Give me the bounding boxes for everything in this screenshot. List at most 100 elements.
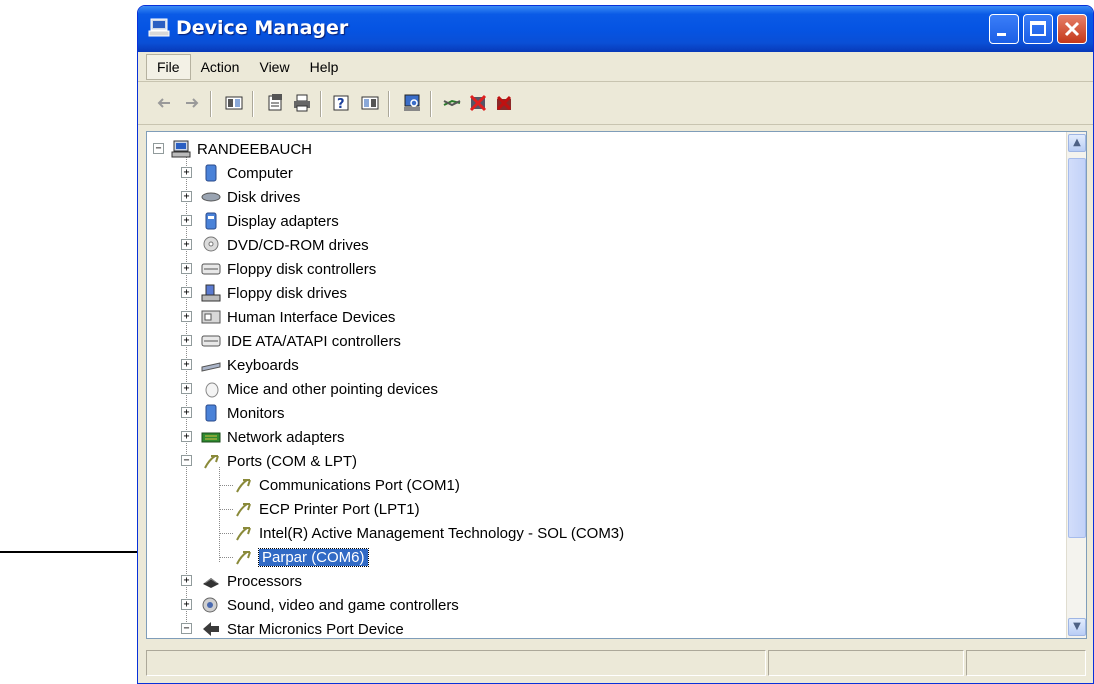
tree-item-keyboards[interactable]: Keyboards — [201, 354, 299, 376]
print-icon[interactable] — [292, 93, 312, 113]
tree-item-com3[interactable]: Intel(R) Active Management Technology - … — [233, 522, 624, 544]
maximize-button[interactable] — [1023, 14, 1053, 44]
expand-button[interactable]: + — [181, 263, 192, 274]
hid-icon — [201, 310, 221, 324]
properties-icon[interactable] — [266, 93, 286, 113]
expand-button[interactable]: + — [181, 599, 192, 610]
tree-item-com1[interactable]: Communications Port (COM1) — [233, 474, 460, 496]
tree-item-com6-selected[interactable]: Parpar (COM6) — [233, 546, 369, 568]
port-icon — [236, 479, 251, 493]
menu-action[interactable]: Action — [191, 55, 250, 79]
action-pane-icon[interactable] — [360, 93, 380, 113]
minimize-icon — [997, 33, 1006, 36]
tree-item-network-adapters[interactable]: Network adapters — [201, 426, 345, 448]
close-button[interactable] — [1057, 14, 1087, 44]
toolbar-separator — [210, 91, 212, 117]
toolbar-separator — [388, 91, 390, 117]
close-icon — [1064, 21, 1080, 37]
minimize-button[interactable] — [989, 14, 1019, 44]
svg-text:?: ? — [337, 97, 345, 112]
tree-item-label: Human Interface Devices — [227, 308, 396, 326]
scroll-up-button[interactable]: ▲ — [1068, 134, 1086, 152]
status-cell — [966, 650, 1086, 676]
vertical-scrollbar[interactable]: ▲ ▼ — [1066, 132, 1086, 638]
tree-item-sound[interactable]: Sound, video and game controllers — [201, 594, 459, 616]
device-tree-pane[interactable]: − RANDEEBAUCH + Computer + Disk drives +… — [146, 131, 1087, 639]
scan-hardware-icon[interactable] — [402, 93, 422, 113]
dvd-drive-icon — [203, 236, 219, 252]
port-icon — [236, 527, 251, 541]
menu-help[interactable]: Help — [300, 55, 349, 79]
tree-item-lpt1[interactable]: ECP Printer Port (LPT1) — [233, 498, 420, 520]
expand-button[interactable]: + — [181, 191, 192, 202]
expand-button[interactable]: + — [181, 575, 192, 586]
scroll-down-button[interactable]: ▼ — [1068, 618, 1086, 636]
expand-button[interactable]: + — [181, 215, 192, 226]
expand-button[interactable]: + — [181, 431, 192, 442]
expand-button[interactable]: + — [181, 359, 192, 370]
menu-file[interactable]: File — [146, 53, 191, 80]
tree-item-monitors[interactable]: Monitors — [201, 402, 285, 424]
tree-item-star-micronics[interactable]: Star Micronics Port Device — [201, 618, 404, 638]
scroll-thumb[interactable] — [1068, 158, 1086, 538]
keyboard-icon — [201, 362, 221, 372]
tree-item-label: Parpar (COM6) — [258, 547, 369, 567]
uninstall-device-icon[interactable] — [494, 93, 514, 113]
tree-connector — [186, 154, 187, 634]
expand-button[interactable]: + — [181, 167, 192, 178]
maximize-icon — [1030, 21, 1046, 36]
tree-connector — [219, 485, 233, 486]
toolbar-separator — [430, 91, 432, 117]
tree-item-disk-drives[interactable]: Disk drives — [201, 186, 300, 208]
tree-item-processors[interactable]: Processors — [201, 570, 302, 592]
collapse-ports-button[interactable]: − — [181, 455, 192, 466]
tree-item-hid[interactable]: Human Interface Devices — [201, 306, 395, 328]
collapse-root-button[interactable]: − — [153, 143, 164, 154]
status-bar — [146, 646, 1087, 680]
forward-icon[interactable] — [182, 93, 202, 113]
tree-root[interactable]: RANDEEBAUCH — [171, 138, 312, 160]
tree-item-label: Sound, video and game controllers — [227, 596, 459, 614]
tree-item-floppy-drives[interactable]: Floppy disk drives — [201, 282, 347, 304]
tree-item-mice[interactable]: Mice and other pointing devices — [201, 378, 438, 400]
star-port-icon — [203, 622, 219, 636]
status-cell — [768, 650, 964, 676]
device-manager-icon — [148, 18, 170, 37]
tree-item-label: Display adapters — [227, 212, 339, 230]
disk-drive-icon — [201, 192, 221, 202]
expand-button[interactable]: + — [181, 407, 192, 418]
status-cell — [146, 650, 766, 676]
menu-bar: File Action View Help — [138, 52, 1093, 82]
toolbar-separator — [320, 91, 322, 117]
expand-button[interactable]: + — [181, 239, 192, 250]
expand-button[interactable]: + — [181, 287, 192, 298]
show-hide-tree-icon[interactable] — [224, 93, 244, 113]
tree-item-ports[interactable]: Ports (COM & LPT) — [201, 450, 357, 472]
tree-item-label: Floppy disk controllers — [227, 260, 377, 278]
expand-button[interactable]: + — [181, 383, 192, 394]
tree-item-label: IDE ATA/ATAPI controllers — [227, 332, 401, 350]
tree-item-label: Network adapters — [227, 428, 345, 446]
help-icon[interactable]: ? — [332, 93, 352, 113]
tree-item-label: Floppy disk drives — [227, 284, 348, 302]
expand-button[interactable]: + — [181, 311, 192, 322]
sound-icon — [202, 597, 218, 613]
tree-item-floppy-controllers[interactable]: Floppy disk controllers — [201, 258, 376, 280]
tree-item-ide-controllers[interactable]: IDE ATA/ATAPI controllers — [201, 330, 401, 352]
tree-item-label: Star Micronics Port Device — [227, 620, 404, 638]
expand-button[interactable]: + — [181, 335, 192, 346]
monitor-icon — [205, 404, 217, 422]
collapse-button[interactable]: − — [181, 623, 192, 634]
back-icon[interactable] — [154, 93, 174, 113]
update-driver-icon[interactable] — [442, 93, 462, 113]
tree-item-dvd-drives[interactable]: DVD/CD-ROM drives — [201, 234, 369, 256]
tree-item-computer[interactable]: Computer — [201, 162, 293, 184]
toolbar-separator — [252, 91, 254, 117]
menu-view[interactable]: View — [249, 55, 299, 79]
disable-device-icon[interactable] — [468, 93, 488, 113]
title-bar[interactable]: Device Manager — [138, 6, 1093, 52]
tree-item-label: Monitors — [227, 404, 285, 422]
tree-item-display-adapters[interactable]: Display adapters — [201, 210, 339, 232]
tree-connector — [219, 509, 233, 510]
mouse-icon — [205, 382, 219, 398]
